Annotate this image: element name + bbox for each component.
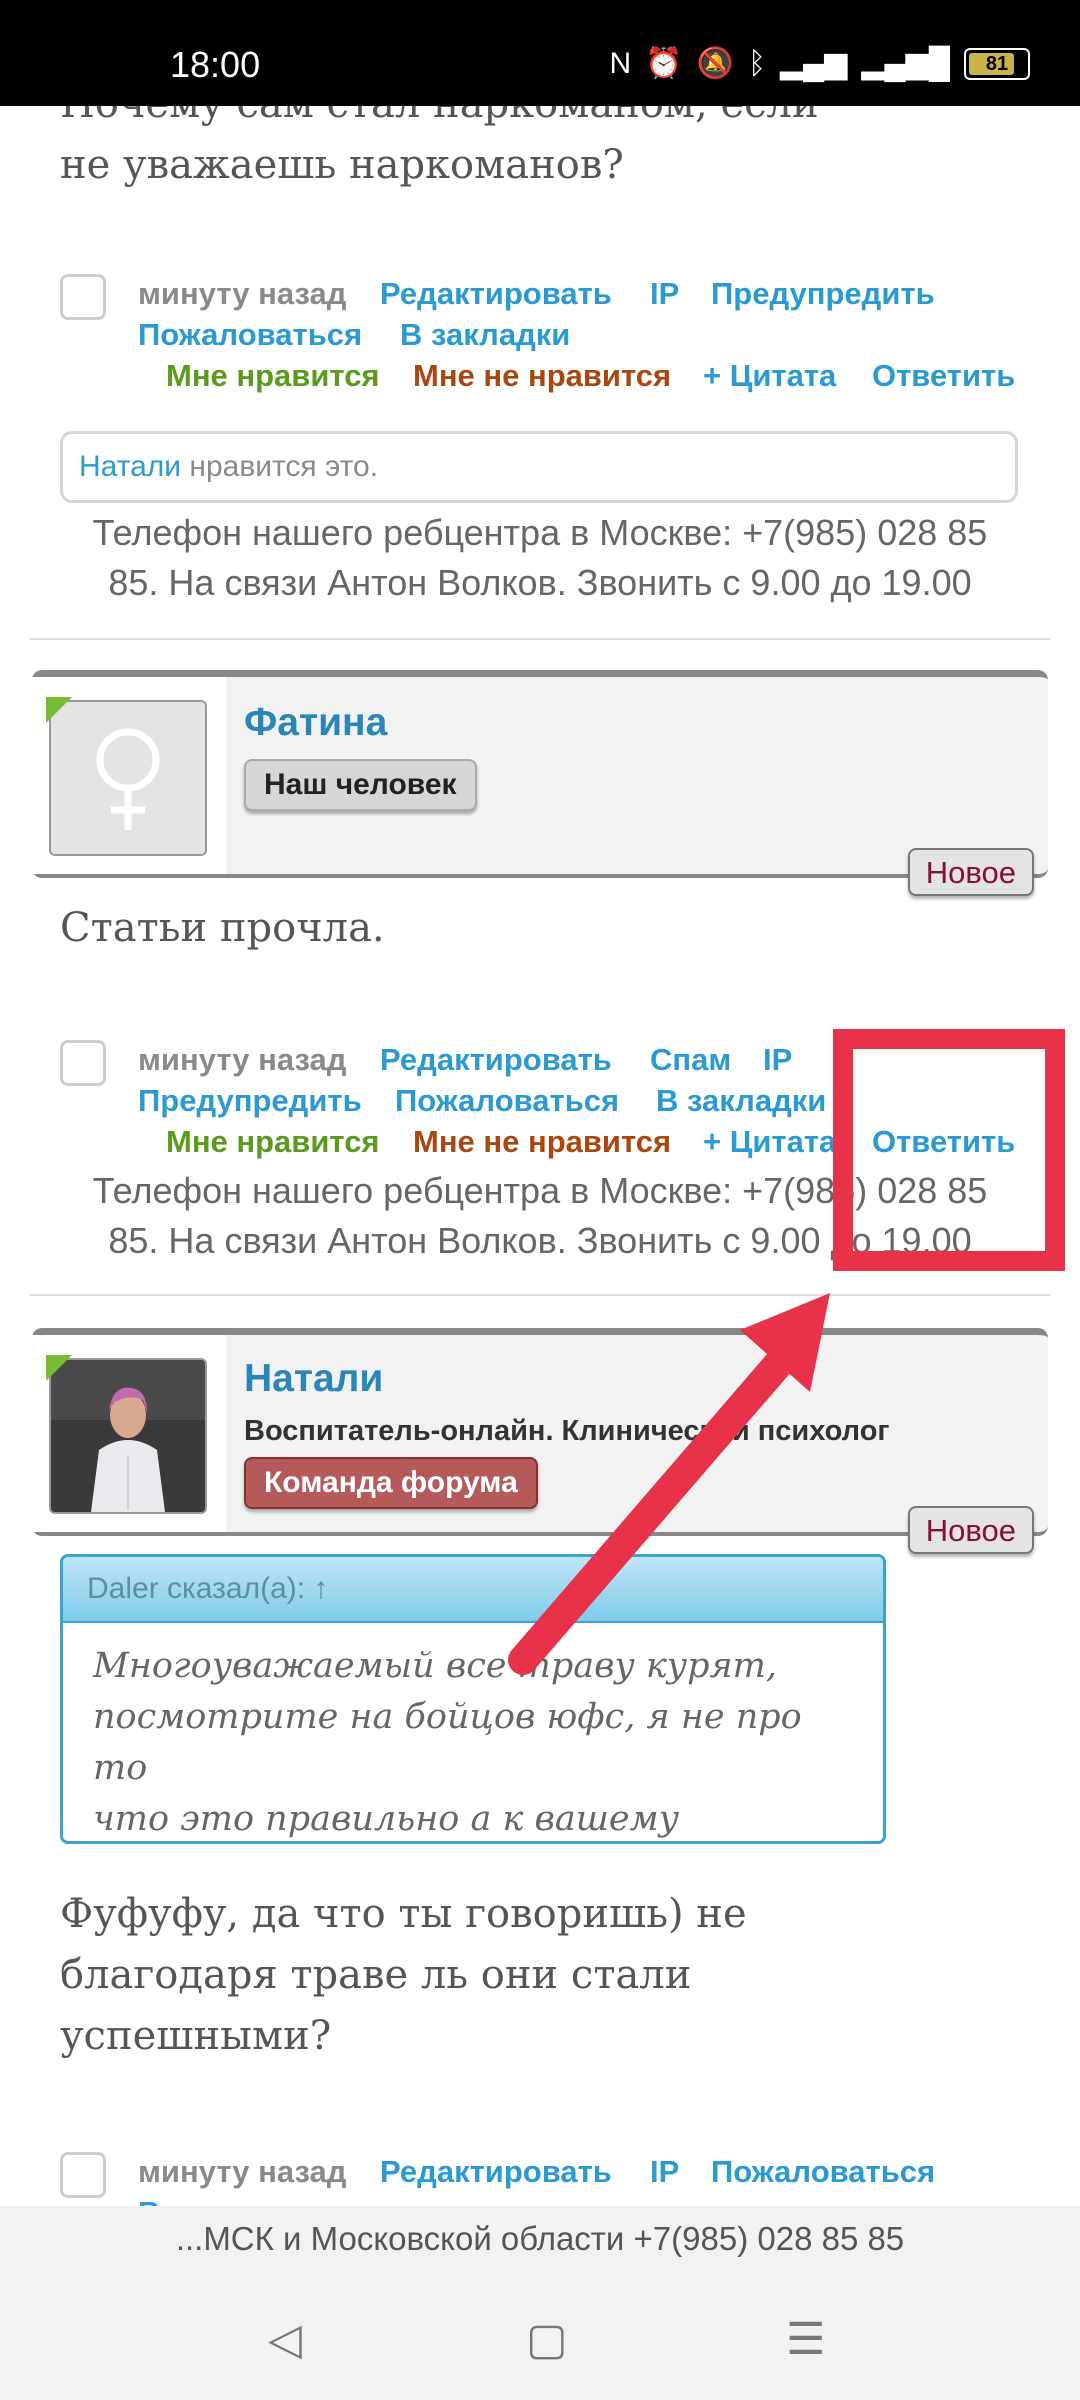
annotation-arrow-icon	[508, 1293, 830, 1675]
